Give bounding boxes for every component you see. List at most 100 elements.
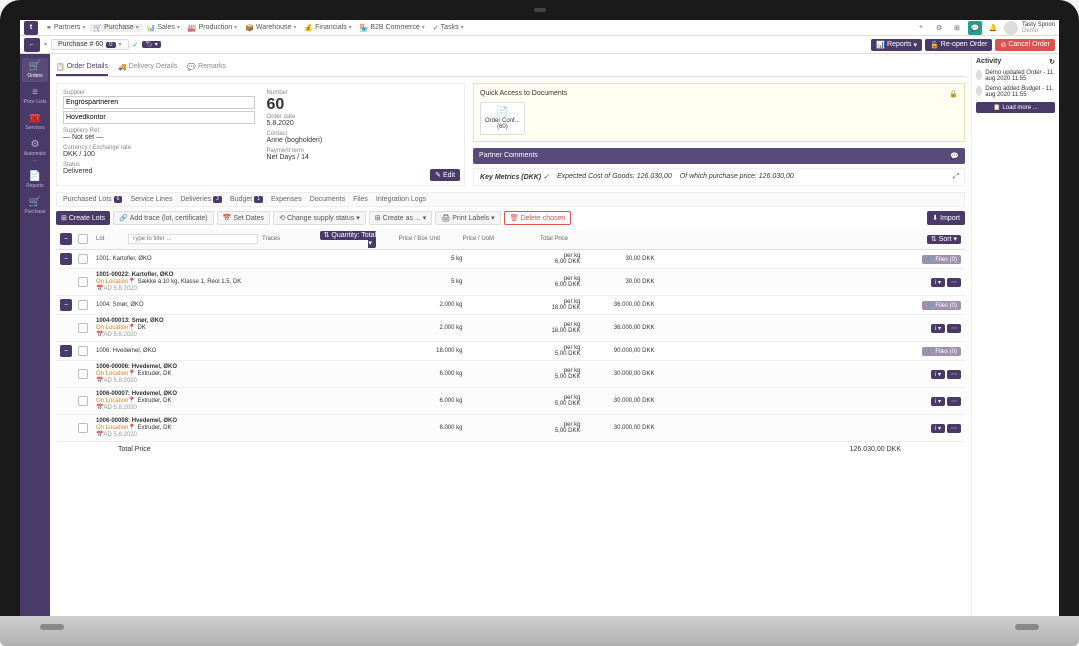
add-icon[interactable]: + bbox=[914, 21, 928, 35]
bell-icon[interactable]: 🔔 bbox=[986, 21, 1000, 35]
tag-icon[interactable]: 🏷 ▾ bbox=[142, 41, 160, 48]
collapse-toggle[interactable]: − bbox=[60, 345, 72, 357]
topnav-partners[interactable]: ⚭Partners▾ bbox=[42, 24, 89, 32]
section-tab-expenses[interactable]: Expenses bbox=[271, 196, 302, 203]
reports-button[interactable]: 📊 Reports ▾ bbox=[871, 39, 922, 51]
section-tab-files[interactable]: Files bbox=[353, 196, 368, 203]
warehouse-input[interactable] bbox=[63, 111, 255, 124]
row-action-i[interactable]: i ▾ bbox=[931, 324, 945, 333]
files-button[interactable]: 📎 Files (0) bbox=[922, 347, 961, 356]
lot-group-name: 1004: Smør, ØKO bbox=[96, 302, 399, 308]
expand-all-toggle[interactable]: − bbox=[60, 233, 72, 245]
order-tabs: 📋Order Details 🚚Delivery Details 💬Remarks bbox=[56, 60, 965, 77]
row-action-i[interactable]: i ▾ bbox=[931, 397, 945, 406]
partner-comments-title: Partner Comments bbox=[479, 152, 538, 160]
sidebar-item-automatic-[interactable]: ⚙Automatic ... bbox=[22, 136, 48, 166]
sort-button[interactable]: ⇅ Sort ▾ bbox=[927, 235, 961, 244]
files-button[interactable]: 📎 Files (0) bbox=[922, 301, 961, 310]
row-checkbox[interactable] bbox=[78, 396, 88, 406]
row-checkbox[interactable] bbox=[78, 277, 88, 287]
row-action-menu[interactable]: ⋯ bbox=[947, 324, 961, 333]
edit-button[interactable]: ✎ Edit bbox=[430, 169, 460, 181]
document-card[interactable]: 📄 Order Conf... (60) bbox=[480, 102, 525, 135]
section-tab-deliveries[interactable]: Deliveries2 bbox=[180, 196, 222, 203]
row-checkbox[interactable] bbox=[78, 346, 88, 356]
chevron-down-icon[interactable]: ▾ bbox=[44, 41, 47, 48]
section-tab-integration-logs[interactable]: Integration Logs bbox=[376, 196, 426, 203]
back-button[interactable]: ← bbox=[24, 38, 40, 52]
lot-filter-input[interactable] bbox=[128, 234, 258, 244]
history-icon[interactable]: ↻ bbox=[1049, 58, 1055, 66]
reopen-order-button[interactable]: 🔓 Re-open Order bbox=[925, 39, 992, 51]
row-action-menu[interactable]: ⋯ bbox=[947, 397, 961, 406]
print-labels-button[interactable]: 🖨 Print Labels ▾ bbox=[435, 211, 500, 225]
topnav-warehouse[interactable]: 📦Warehouse▾ bbox=[241, 24, 300, 32]
row-action-menu[interactable]: ⋯ bbox=[947, 278, 961, 287]
collapse-toggle[interactable]: − bbox=[60, 253, 72, 265]
tab-remarks[interactable]: 💬Remarks bbox=[187, 60, 226, 76]
create-as-button[interactable]: ⊞ Create as ... ▾ bbox=[369, 211, 433, 225]
topnav-purchase[interactable]: 🛒Purchase▾ bbox=[89, 24, 142, 32]
collapse-toggle[interactable]: − bbox=[60, 299, 72, 311]
files-button[interactable]: 📎 Files (0) bbox=[922, 255, 961, 264]
section-tab-purchased-lots[interactable]: Purchased Lots6 bbox=[63, 196, 122, 203]
topnav-sales[interactable]: 📊Sales▾ bbox=[143, 24, 184, 32]
row-checkbox[interactable] bbox=[78, 423, 88, 433]
section-tab-service-lines[interactable]: Service Lines bbox=[130, 196, 172, 203]
settings-icon[interactable]: ⚙ bbox=[932, 21, 946, 35]
row-checkbox[interactable] bbox=[78, 300, 88, 310]
table-row: 1001-00022: Kartofler, ØKO On Location📍 … bbox=[56, 269, 965, 296]
create-lots-button[interactable]: ⊞ Create Lots bbox=[56, 211, 110, 225]
tab-delivery-details[interactable]: 🚚Delivery Details bbox=[118, 60, 177, 76]
import-button[interactable]: ⬇ Import bbox=[927, 211, 965, 225]
topnav-b2b-commerce[interactable]: 🏪B2B Commerce▾ bbox=[356, 24, 429, 32]
topnav-production[interactable]: 🏭Production▾ bbox=[184, 24, 241, 32]
section-tab-budget[interactable]: Budget1 bbox=[230, 196, 263, 203]
row-action-menu[interactable]: ⋯ bbox=[947, 424, 961, 433]
tab-order-details[interactable]: 📋Order Details bbox=[56, 60, 108, 76]
section-tab-documents[interactable]: Documents bbox=[310, 196, 345, 203]
th-price-uom: Price / UoM bbox=[444, 236, 494, 242]
metric-ofwhich: Of which purchase price: 126.030,00 bbox=[680, 173, 794, 181]
change-supply-button[interactable]: ⟲ Change supply status ▾ bbox=[273, 211, 366, 225]
row-checkbox[interactable] bbox=[78, 369, 88, 379]
row-action-i[interactable]: i ▾ bbox=[931, 424, 945, 433]
chat-icon[interactable]: 💬 bbox=[968, 21, 982, 35]
group-qty: 18.000 kg bbox=[403, 348, 463, 354]
payment-value: Net Days / 14 bbox=[267, 154, 459, 161]
avatar[interactable] bbox=[1004, 21, 1018, 35]
topnav-tasks[interactable]: ✓Tasks▾ bbox=[429, 24, 468, 32]
user-role: Demo bbox=[1022, 28, 1055, 34]
select-all-checkbox[interactable] bbox=[78, 234, 88, 244]
row-action-i[interactable]: i ▾ bbox=[931, 278, 945, 287]
sidebar-item-services[interactable]: 🧰Services bbox=[22, 110, 48, 134]
th-traces: Traces bbox=[262, 236, 312, 242]
quick-access-title: Quick Access to Documents bbox=[480, 90, 567, 98]
breadcrumb[interactable]: Purchase # 60 0 ▾ bbox=[51, 39, 129, 50]
add-trace-button[interactable]: 🔗 Add trace (lot, certificate) bbox=[113, 211, 214, 225]
topnav-financials[interactable]: 💰Financials▾ bbox=[300, 24, 355, 32]
sidebar-item-purchase[interactable]: 🛒Purchase bbox=[22, 194, 48, 218]
sidebar-item-reports[interactable]: 📄Reports bbox=[22, 168, 48, 192]
sidebar: 🛒Orders≡Price Lists🧰Services⚙Automatic .… bbox=[20, 54, 50, 616]
set-dates-button[interactable]: 📅 Set Dates bbox=[217, 211, 270, 225]
row-checkbox[interactable] bbox=[78, 254, 88, 264]
load-more-button[interactable]: 📋 Load more ... bbox=[976, 102, 1055, 113]
sidebar-item-price-lists[interactable]: ≡Price Lists bbox=[22, 84, 48, 108]
expand-icon[interactable]: ⤢ bbox=[952, 173, 958, 181]
delete-chosen-button[interactable]: 🗑 Delete chosen bbox=[504, 211, 572, 225]
row-action-i[interactable]: i ▾ bbox=[931, 370, 945, 379]
cancel-order-button[interactable]: ⊘ Cancel Order bbox=[995, 39, 1055, 51]
lot-group-name: 1006: Hvedemel, ØKO bbox=[96, 348, 399, 354]
sidebar-item-orders[interactable]: 🛒Orders bbox=[22, 58, 48, 82]
quantity-dropdown[interactable]: ⇅ Quantity: Total ▾ bbox=[320, 231, 376, 248]
row-checkbox[interactable] bbox=[78, 323, 88, 333]
row-action-menu[interactable]: ⋯ bbox=[947, 370, 961, 379]
group-qty: 2.000 kg bbox=[403, 302, 463, 308]
grid-icon[interactable]: ⊞ bbox=[950, 21, 964, 35]
supplier-input[interactable] bbox=[63, 96, 255, 109]
app-logo[interactable]: t bbox=[24, 21, 38, 35]
order-details-panel: Supplier Suppliers Ref. — Not set — Curr… bbox=[56, 83, 465, 186]
partner-comments-panel[interactable]: Partner Comments 💬 bbox=[473, 148, 965, 164]
check-icon: ✓ bbox=[133, 41, 139, 49]
